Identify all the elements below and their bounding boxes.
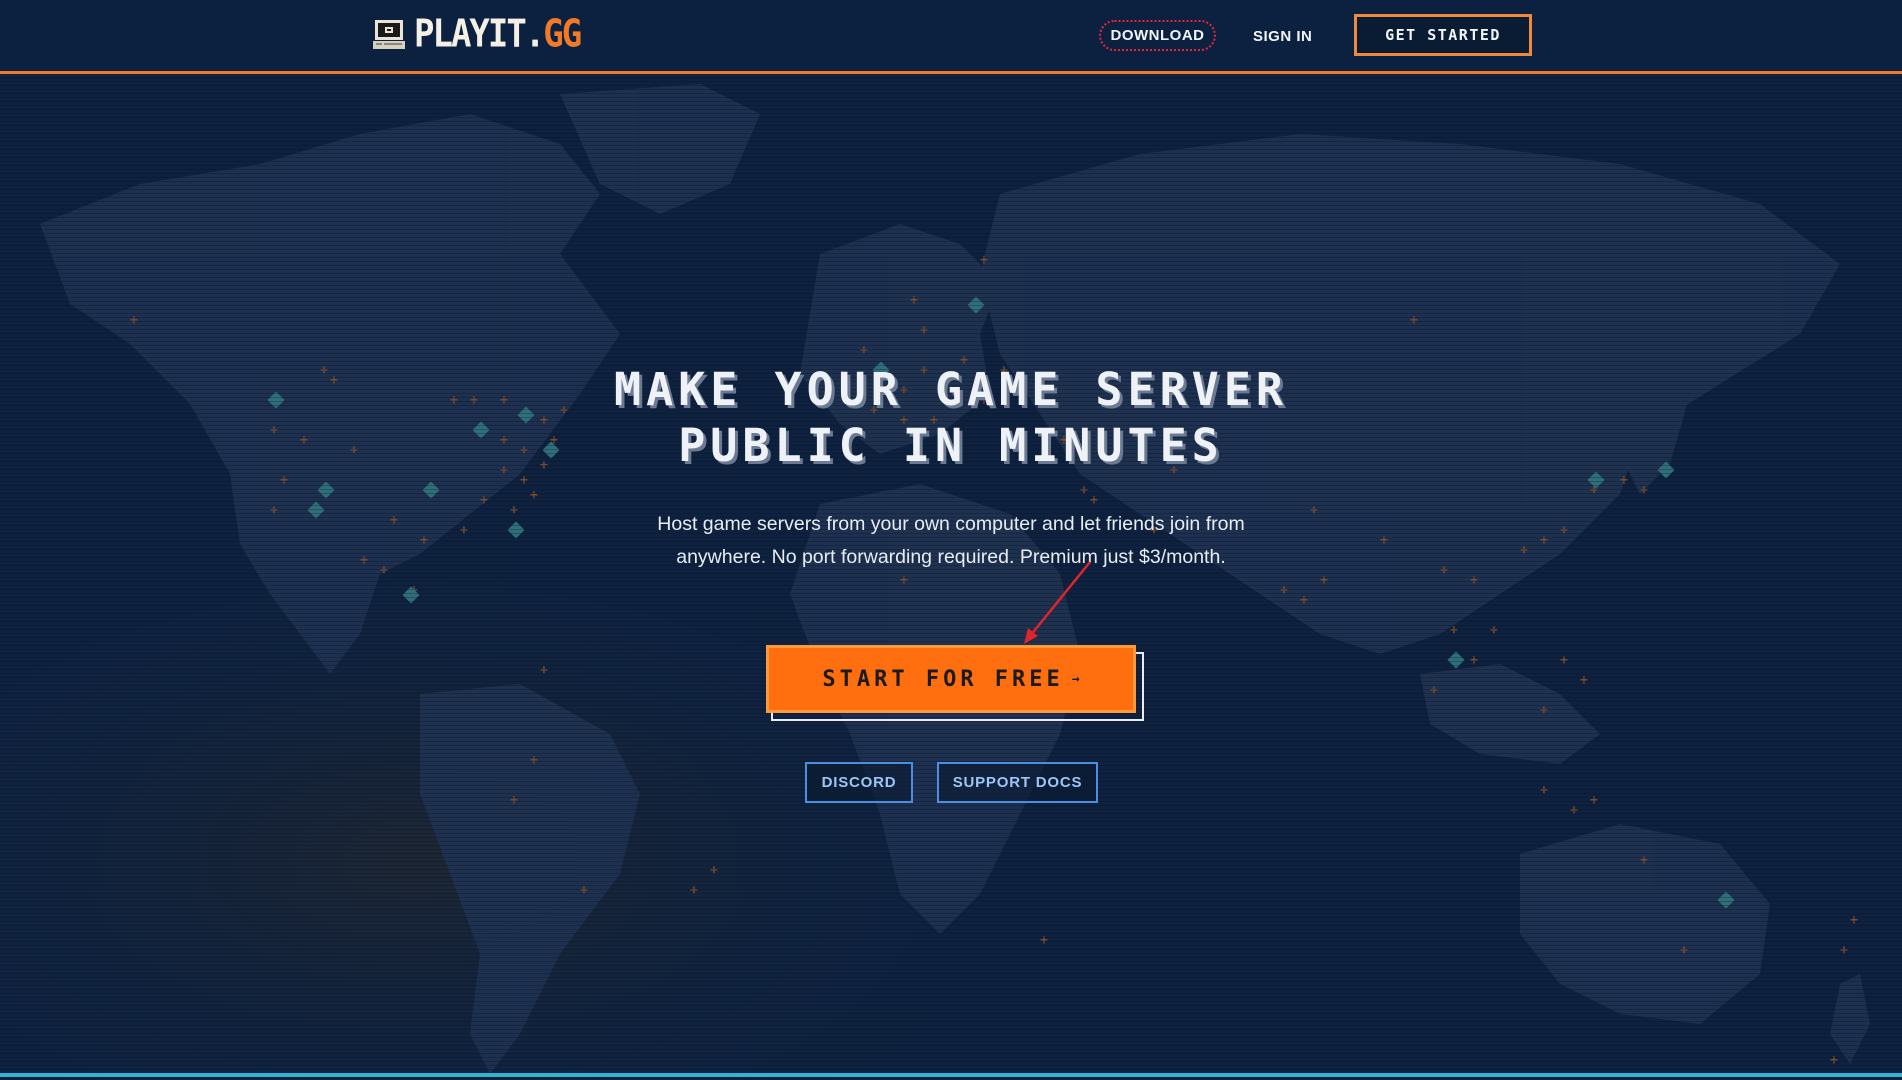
support-docs-button[interactable]: SUPPORT DOCS [937, 762, 1098, 803]
discord-button[interactable]: DISCORD [805, 762, 913, 803]
hero-section: MAKE YOUR GAME SERVER PUBLIC IN MINUTES … [0, 0, 1902, 1080]
site-header: PLAYIT.GG DOWNLOAD SIGN IN GET STARTED [0, 0, 1902, 74]
logo-text: PLAYIT.GG [414, 11, 582, 57]
landing-page: + + + + + + + + + + + + + + + + + + + + + + + + + + + + + + … [0, 0, 1902, 1080]
arrow-right-icon: → [1071, 671, 1080, 687]
retro-computer-icon [373, 20, 405, 49]
download-link[interactable]: DOWNLOAD [1099, 20, 1216, 51]
sign-in-link[interactable]: SIGN IN [1253, 22, 1312, 50]
cta-label: START FOR FREE [822, 666, 1064, 692]
hero-subtitle: Host game servers from your own computer… [657, 513, 1245, 568]
annotation-arrow-icon [1024, 561, 1091, 644]
start-for-free-button[interactable]: START FOR FREE → [766, 645, 1136, 713]
hero-title-line-1: MAKE YOUR GAME SERVER [614, 363, 1288, 416]
get-started-button[interactable]: GET STARTED [1354, 14, 1532, 56]
logo-accent-text: GG [543, 11, 582, 57]
hero-title: MAKE YOUR GAME SERVER PUBLIC IN MINUTES [451, 362, 1451, 474]
hero-title-line-2: PUBLIC IN MINUTES [678, 419, 1224, 472]
logo[interactable]: PLAYIT.GG [372, 11, 582, 57]
